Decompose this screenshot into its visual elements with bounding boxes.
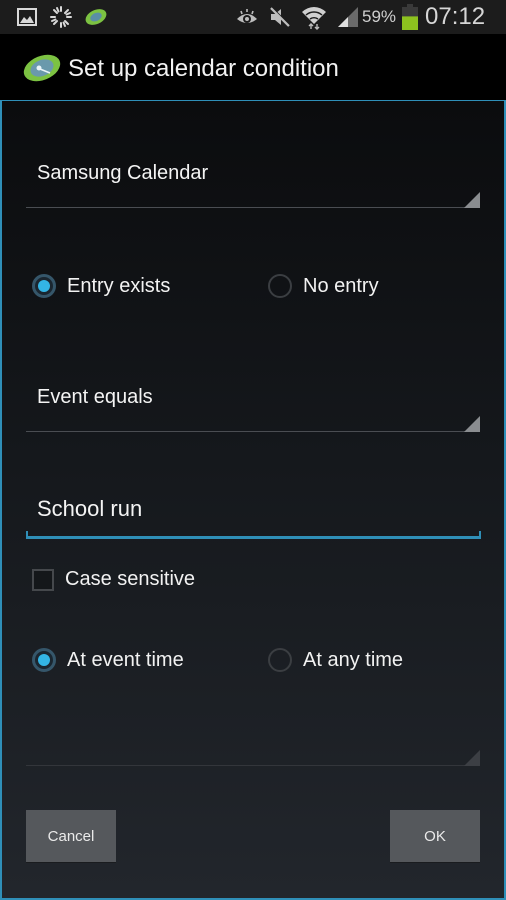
case-sensitive-checkbox[interactable]: Case sensitive: [32, 568, 195, 591]
cancel-button[interactable]: Cancel: [26, 810, 116, 862]
event-name-field[interactable]: [26, 478, 481, 544]
battery-icon: [400, 0, 420, 34]
radio-at-any-time[interactable]: At any time: [268, 648, 403, 672]
text-field-tick-left: [26, 531, 28, 539]
status-bar: 59% 07:12: [0, 0, 506, 34]
radio-checked-icon: [32, 274, 56, 298]
dropdown-corner-icon: [464, 416, 480, 432]
radio-label: At any time: [303, 648, 404, 671]
ok-button[interactable]: OK: [390, 810, 480, 862]
radio-unchecked-icon: [268, 274, 292, 298]
match-type-spinner[interactable]: Event equals: [26, 372, 480, 432]
spinner-underline: [26, 431, 480, 432]
text-field-underline: [26, 536, 481, 539]
extra-spinner[interactable]: [26, 706, 480, 766]
battery-percent: 59%: [362, 7, 397, 26]
calendar-spinner-value: Samsung Calendar: [37, 162, 209, 184]
title-bar: Set up calendar condition: [0, 34, 506, 100]
spinner-underline: [26, 207, 480, 208]
radio-no-entry[interactable]: No entry: [268, 274, 379, 298]
checkbox-unchecked-icon: [32, 568, 54, 591]
dropdown-corner-icon: [464, 750, 480, 766]
spinner-underline: [26, 765, 480, 766]
calendar-spinner[interactable]: Samsung Calendar: [26, 148, 480, 208]
app-notification-icon: [84, 0, 108, 34]
match-type-spinner-value: Event equals: [37, 386, 153, 408]
clock: 07:12: [425, 3, 486, 30]
signal-icon: [336, 0, 360, 34]
radio-label: At event time: [67, 648, 184, 671]
event-name-input[interactable]: [26, 478, 481, 538]
wifi-icon: [300, 0, 328, 34]
radio-at-event-time[interactable]: At event time: [32, 648, 184, 672]
checkbox-label: Case sensitive: [65, 568, 196, 590]
text-field-tick-right: [479, 531, 481, 539]
dropdown-corner-icon: [464, 192, 480, 208]
gallery-icon: [16, 0, 38, 34]
radio-entry-exists[interactable]: Entry exists: [32, 274, 170, 298]
app-logo-icon: [22, 52, 62, 89]
eye-icon: [234, 0, 260, 34]
dialog-title: Set up calendar condition: [68, 55, 339, 82]
radio-unchecked-icon: [268, 648, 292, 672]
radio-label: No entry: [303, 274, 379, 297]
radio-checked-icon: [32, 648, 56, 672]
loading-spinner-icon: [48, 0, 74, 34]
radio-label: Entry exists: [67, 274, 171, 297]
mute-icon: [268, 0, 292, 34]
